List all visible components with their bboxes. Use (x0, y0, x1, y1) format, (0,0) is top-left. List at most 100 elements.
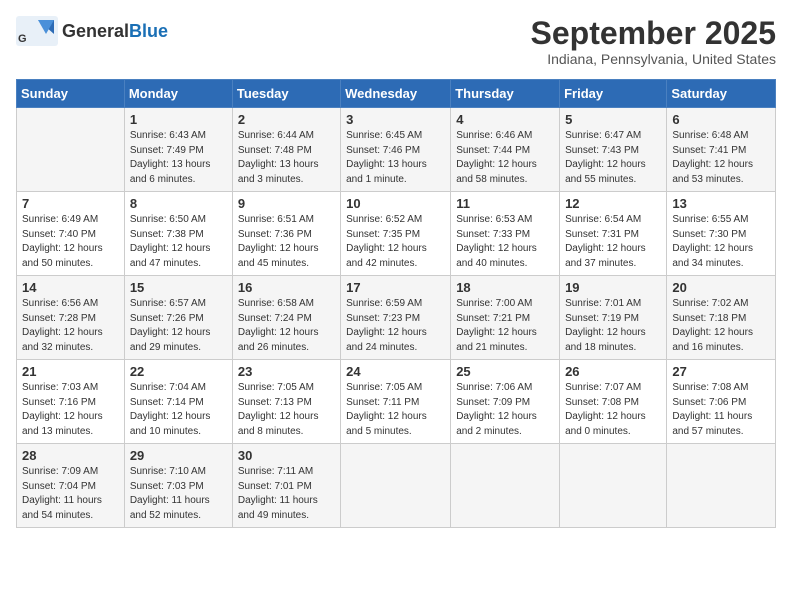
cell-content: Sunrise: 7:03 AMSunset: 7:16 PMDaylight:… (22, 381, 119, 439)
cell-content: Sunrise: 6:48 AMSunset: 7:41 PMDaylight:… (672, 129, 770, 187)
day-number: 16 (238, 280, 335, 295)
cell-content: Sunrise: 6:46 AMSunset: 7:44 PMDaylight:… (456, 129, 554, 187)
calendar-cell: 29 Sunrise: 7:10 AMSunset: 7:03 PMDayligh… (124, 444, 232, 528)
day-number: 4 (456, 112, 554, 127)
calendar-cell: 27Sunrise: 7:08 AMSunset: 7:06 PMDayligh… (667, 360, 776, 444)
calendar-cell: 8 Sunrise: 6:50 AMSunset: 7:38 PMDaylight… (124, 192, 232, 276)
calendar-cell: 22 Sunrise: 7:04 AMSunset: 7:14 PMDayligh… (124, 360, 232, 444)
month-title: September 2025 (531, 16, 776, 51)
calendar-cell (451, 444, 560, 528)
day-number: 23 (238, 364, 335, 379)
title-area: September 2025 Indiana, Pennsylvania, Un… (531, 16, 776, 67)
calendar-cell: 30 Sunrise: 7:11 AMSunset: 7:01 PMDayligh… (232, 444, 340, 528)
cell-content: Sunrise: 6:52 AMSunset: 7:35 PMDaylight:… (346, 213, 445, 271)
day-number: 19 (565, 280, 661, 295)
week-row-0: 1Sunrise: 6:43 AMSunset: 7:49 PMDaylight… (17, 108, 776, 192)
cell-content: Sunrise: 6:44 AMSunset: 7:48 PMDaylight:… (238, 129, 335, 187)
cell-content: Sunrise: 7:11 AMSunset: 7:01 PMDaylight:… (238, 465, 335, 523)
day-number: 27 (672, 364, 770, 379)
cell-content: Sunrise: 6:53 AMSunset: 7:33 PMDaylight:… (456, 213, 554, 271)
header-row: SundayMondayTuesdayWednesdayThursdayFrid… (17, 80, 776, 108)
week-row-1: 7 Sunrise: 6:49 AMSunset: 7:40 PMDaylight… (17, 192, 776, 276)
day-number: 2 (238, 112, 335, 127)
cell-content: Sunrise: 6:55 AMSunset: 7:30 PMDaylight:… (672, 213, 770, 271)
day-number: 6 (672, 112, 770, 127)
day-number: 24 (346, 364, 445, 379)
day-header-wednesday: Wednesday (341, 80, 451, 108)
day-number: 26 (565, 364, 661, 379)
cell-content: Sunrise: 7:07 AMSunset: 7:08 PMDaylight:… (565, 381, 661, 439)
day-number: 12 (565, 196, 661, 211)
cell-content: Sunrise: 7:09 AMSunset: 7:04 PMDaylight:… (22, 465, 119, 523)
calendar-cell: 24 Sunrise: 7:05 AMSunset: 7:11 PMDayligh… (341, 360, 451, 444)
calendar-cell: 5 Sunrise: 6:47 AMSunset: 7:43 PMDaylight… (560, 108, 667, 192)
cell-content: Sunrise: 6:50 AMSunset: 7:38 PMDaylight:… (130, 213, 227, 271)
day-number: 29 (130, 448, 227, 463)
header: G GeneralBlue September 2025 Indiana, Pe… (16, 16, 776, 67)
day-number: 5 (565, 112, 661, 127)
day-number: 17 (346, 280, 445, 295)
week-row-4: 28 Sunrise: 7:09 AMSunset: 7:04 PMDayligh… (17, 444, 776, 528)
day-number: 21 (22, 364, 119, 379)
day-number: 30 (238, 448, 335, 463)
calendar-cell: 11 Sunrise: 6:53 AMSunset: 7:33 PMDayligh… (451, 192, 560, 276)
cell-content: Sunrise: 6:47 AMSunset: 7:43 PMDaylight:… (565, 129, 661, 187)
calendar-cell: 21 Sunrise: 7:03 AMSunset: 7:16 PMDayligh… (17, 360, 125, 444)
calendar-cell: 14 Sunrise: 6:56 AMSunset: 7:28 PMDayligh… (17, 276, 125, 360)
svg-text:G: G (18, 33, 27, 45)
day-number: 15 (130, 280, 227, 295)
cell-content: Sunrise: 6:56 AMSunset: 7:28 PMDaylight:… (22, 297, 119, 355)
calendar-cell: 20Sunrise: 7:02 AMSunset: 7:18 PMDayligh… (667, 276, 776, 360)
calendar-cell (667, 444, 776, 528)
day-header-sunday: Sunday (17, 80, 125, 108)
calendar-cell: 15 Sunrise: 6:57 AMSunset: 7:26 PMDayligh… (124, 276, 232, 360)
calendar-cell: 13 Sunrise: 6:55 AMSunset: 7:30 PMDayligh… (667, 192, 776, 276)
calendar-cell: 25 Sunrise: 7:06 AMSunset: 7:09 PMDayligh… (451, 360, 560, 444)
day-number: 14 (22, 280, 119, 295)
calendar-cell (17, 108, 125, 192)
day-header-friday: Friday (560, 80, 667, 108)
day-header-tuesday: Tuesday (232, 80, 340, 108)
day-number: 8 (130, 196, 227, 211)
calendar-table: SundayMondayTuesdayWednesdayThursdayFrid… (16, 79, 776, 528)
calendar-cell: 17 Sunrise: 6:59 AMSunset: 7:23 PMDayligh… (341, 276, 451, 360)
calendar-cell: 26 Sunrise: 7:07 AMSunset: 7:08 PMDayligh… (560, 360, 667, 444)
day-number: 7 (22, 196, 119, 211)
logo-blue: Blue (129, 21, 168, 41)
calendar-cell: 6 Sunrise: 6:48 AMSunset: 7:41 PMDaylight… (667, 108, 776, 192)
cell-content: Sunrise: 7:04 AMSunset: 7:14 PMDaylight:… (130, 381, 227, 439)
calendar-cell: 7 Sunrise: 6:49 AMSunset: 7:40 PMDaylight… (17, 192, 125, 276)
calendar-cell (560, 444, 667, 528)
calendar-cell: 18 Sunrise: 7:00 AMSunset: 7:21 PMDayligh… (451, 276, 560, 360)
day-number: 18 (456, 280, 554, 295)
day-number: 3 (346, 112, 445, 127)
calendar-cell: 2 Sunrise: 6:44 AMSunset: 7:48 PMDaylight… (232, 108, 340, 192)
day-number: 28 (22, 448, 119, 463)
cell-content: Sunrise: 6:58 AMSunset: 7:24 PMDaylight:… (238, 297, 335, 355)
calendar-cell: 10 Sunrise: 6:52 AMSunset: 7:35 PMDayligh… (341, 192, 451, 276)
day-number: 13 (672, 196, 770, 211)
cell-content: Sunrise: 7:00 AMSunset: 7:21 PMDaylight:… (456, 297, 554, 355)
cell-content: Sunrise: 6:45 AMSunset: 7:46 PMDaylight:… (346, 129, 445, 187)
cell-content: Sunrise: 7:06 AMSunset: 7:09 PMDaylight:… (456, 381, 554, 439)
day-number: 11 (456, 196, 554, 211)
cell-content: Sunrise: 7:10 AMSunset: 7:03 PMDaylight:… (130, 465, 227, 523)
cell-content: Sunrise: 6:43 AMSunset: 7:49 PMDaylight:… (130, 129, 227, 187)
week-row-2: 14 Sunrise: 6:56 AMSunset: 7:28 PMDayligh… (17, 276, 776, 360)
cell-content: Sunrise: 7:05 AMSunset: 7:11 PMDaylight:… (346, 381, 445, 439)
cell-content: Sunrise: 6:59 AMSunset: 7:23 PMDaylight:… (346, 297, 445, 355)
day-number: 22 (130, 364, 227, 379)
calendar-cell: 1Sunrise: 6:43 AMSunset: 7:49 PMDaylight… (124, 108, 232, 192)
cell-content: Sunrise: 6:49 AMSunset: 7:40 PMDaylight:… (22, 213, 119, 271)
cell-content: Sunrise: 6:57 AMSunset: 7:26 PMDaylight:… (130, 297, 227, 355)
calendar-cell: 4 Sunrise: 6:46 AMSunset: 7:44 PMDaylight… (451, 108, 560, 192)
day-number: 25 (456, 364, 554, 379)
calendar-cell: 3 Sunrise: 6:45 AMSunset: 7:46 PMDaylight… (341, 108, 451, 192)
logo-icon: G (16, 16, 58, 46)
cell-content: Sunrise: 6:51 AMSunset: 7:36 PMDaylight:… (238, 213, 335, 271)
week-row-3: 21 Sunrise: 7:03 AMSunset: 7:16 PMDayligh… (17, 360, 776, 444)
calendar-cell: 16 Sunrise: 6:58 AMSunset: 7:24 PMDayligh… (232, 276, 340, 360)
calendar-cell: 9Sunrise: 6:51 AMSunset: 7:36 PMDaylight… (232, 192, 340, 276)
day-number: 10 (346, 196, 445, 211)
location-title: Indiana, Pennsylvania, United States (531, 51, 776, 67)
